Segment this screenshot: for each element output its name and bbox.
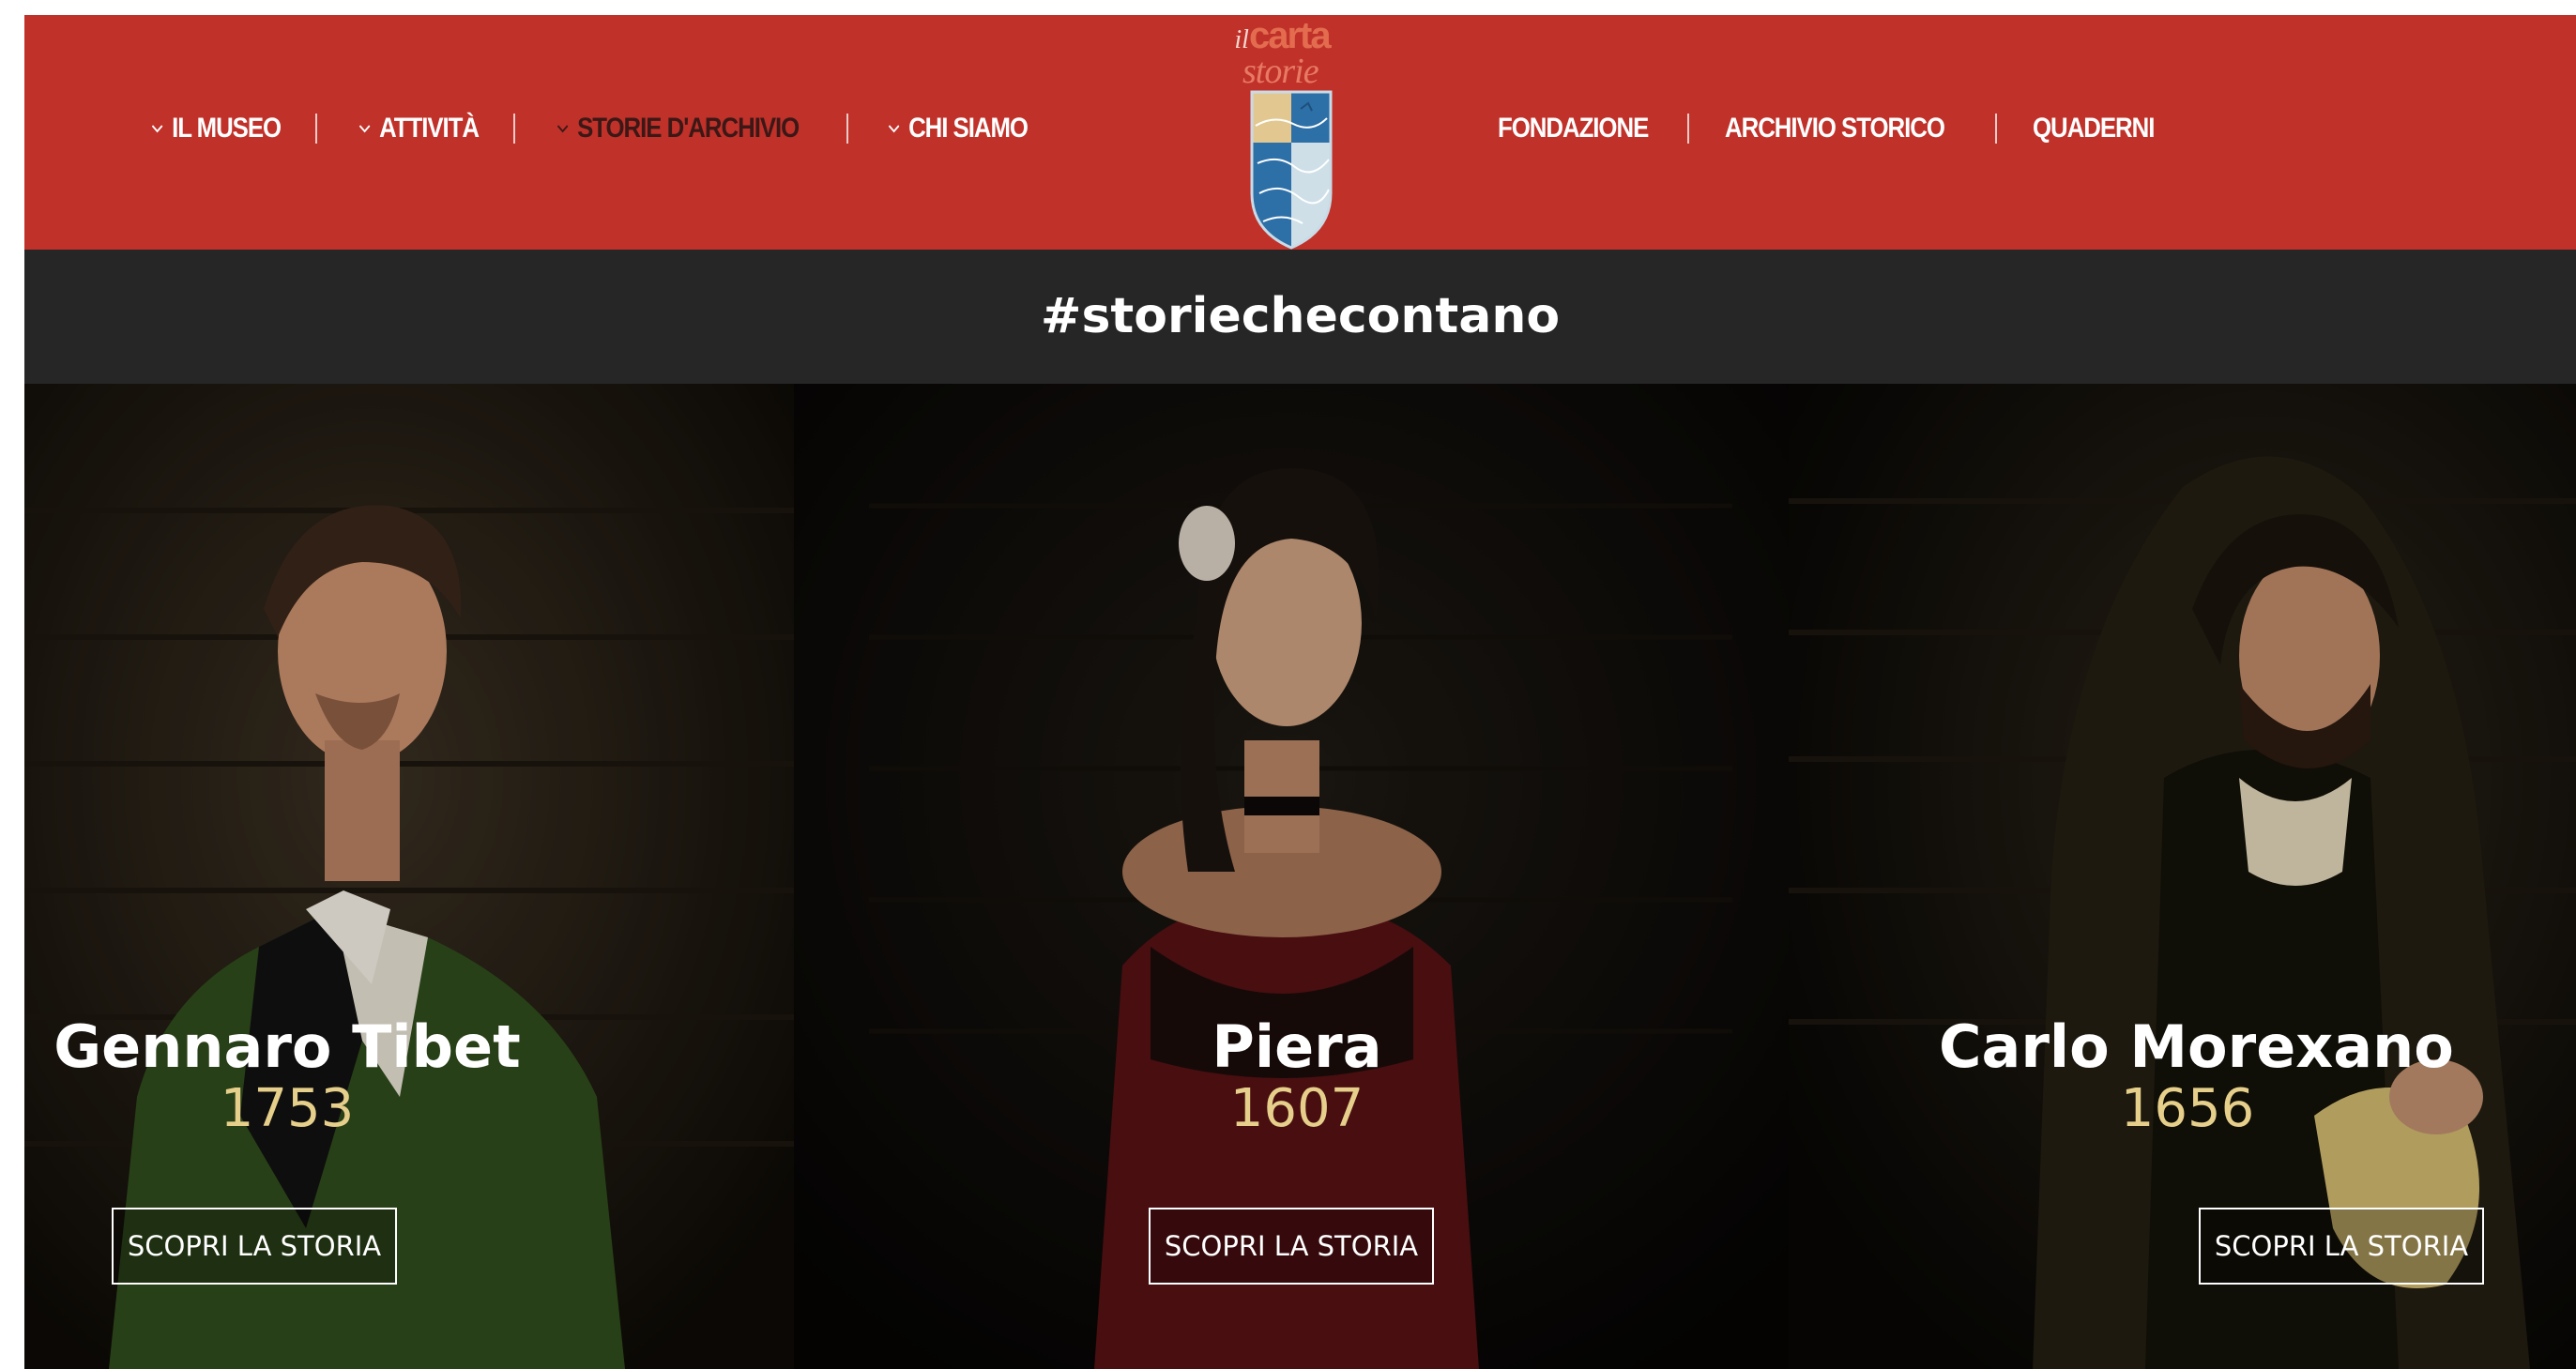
nav-separator [1687,114,1690,144]
nav-item-archivio-storico[interactable]: ARCHIVIO STORICO [1725,113,1945,145]
chevron-down-icon [555,119,571,138]
nav-item-fondazione[interactable]: FONDAZIONE [1498,113,1649,145]
story-name: Carlo Morexano [1939,1012,2454,1081]
discover-story-button[interactable]: SCOPRI LA STORIA [112,1208,397,1285]
nav-item-label: IL MUSEO [172,113,282,144]
nav-item-label: FONDAZIONE [1498,113,1649,144]
nav-separator [513,114,516,144]
nav-item-label: ARCHIVIO STORICO [1725,113,1945,144]
nav-separator [1995,114,1998,144]
story-name: Gennaro Tibet [53,1012,521,1081]
nav-item-il-museo[interactable]: IL MUSEO [149,113,282,145]
story-card: Piera 1607 SCOPRI LA STORIA [794,384,1789,1369]
hashtag-title: #storiechecontano [1040,288,1561,344]
nav-separator [846,114,848,144]
discover-story-button[interactable]: SCOPRI LA STORIA [2199,1208,2484,1285]
nav-item-attivita[interactable]: ATTIVITÀ [357,113,480,145]
page: IL MUSEO ATTIVITÀ STORIE D'ARCHIVIO CHI … [24,15,2576,1369]
main-nav-left: IL MUSEO ATTIVITÀ STORIE D'ARCHIVIO CHI … [149,113,1050,145]
story-card: Gennaro Tibet 1753 SCOPRI LA STORIA [24,384,794,1369]
chevron-down-icon [149,119,165,138]
nav-item-quaderni[interactable]: QUADERNI [2033,113,2155,145]
story-name: Piera [1212,1012,1382,1081]
story-year: 1607 [1229,1078,1364,1139]
nav-separator [314,114,317,144]
chevron-down-icon [886,119,902,138]
discover-story-button[interactable]: SCOPRI LA STORIA [1149,1208,1434,1285]
story-year: 1753 [220,1078,355,1139]
nav-item-label: ATTIVITÀ [378,113,480,144]
site-header: IL MUSEO ATTIVITÀ STORIE D'ARCHIVIO CHI … [24,15,2576,250]
main-nav-right: FONDAZIONE ARCHIVIO STORICO QUADERNI [1498,113,2174,145]
hashtag-banner: #storiechecontano [24,250,2576,384]
chevron-down-icon [357,119,373,138]
nav-item-label: STORIE D'ARCHIVIO [577,113,800,144]
story-year: 1656 [2120,1078,2255,1139]
stories-carousel: Gennaro Tibet 1753 SCOPRI LA STORIA Pier… [24,384,2576,1369]
nav-item-label: QUADERNI [2033,113,2155,144]
nav-item-chi-siamo[interactable]: CHI SIAMO [886,113,1029,145]
nav-item-label: CHI SIAMO [907,113,1029,144]
nav-item-storie-archivio[interactable]: STORIE D'ARCHIVIO [555,113,800,145]
shield-icon [1250,90,1333,250]
story-card: Carlo Morexano 1656 SCOPRI LA STORIA [1789,384,2576,1369]
site-logo[interactable]: ilcarta storie [1216,15,1348,250]
